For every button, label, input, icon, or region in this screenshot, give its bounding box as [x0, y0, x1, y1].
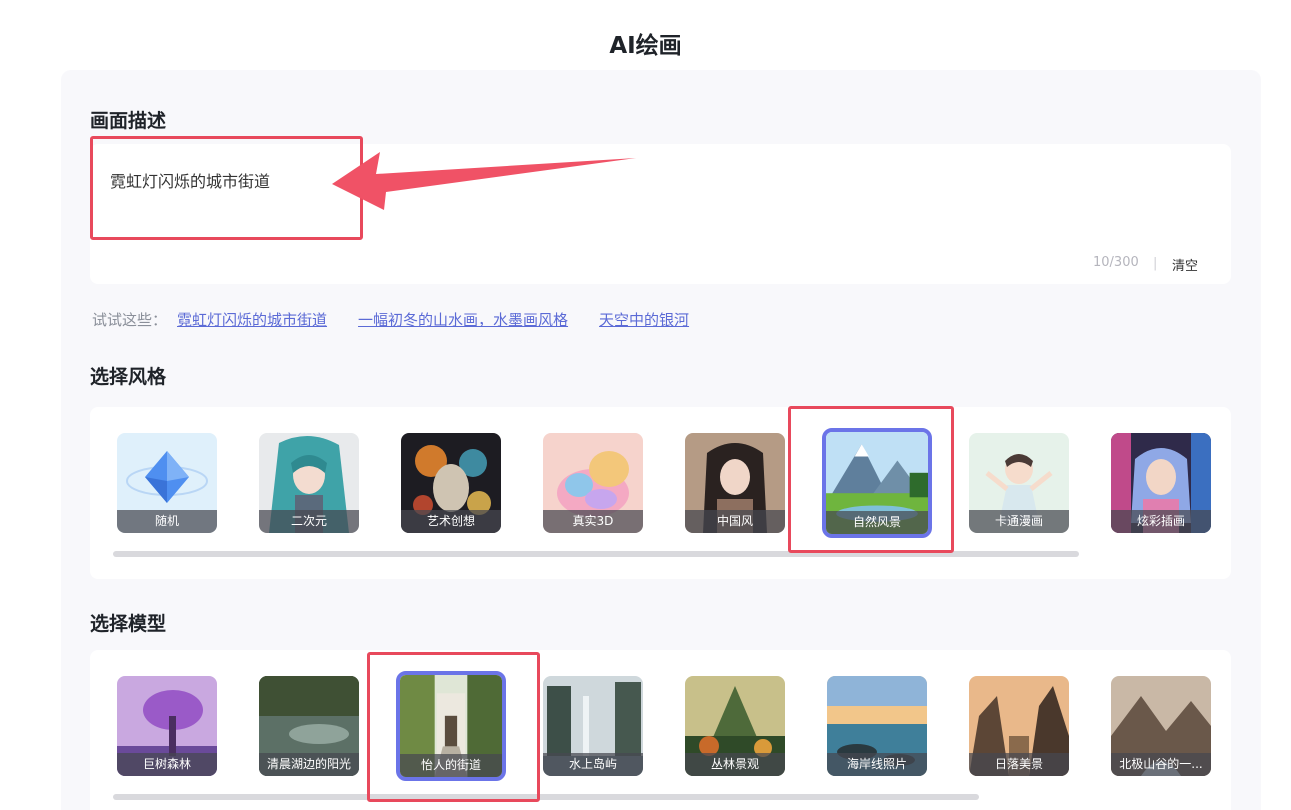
- style-section-title: 选择风格: [90, 366, 167, 388]
- ai-drawing-page: AI绘画 画面描述 霓虹灯闪烁的城市街道 10/300 | 清空 试试这些： 霓…: [0, 0, 1291, 810]
- style-card-label: 炫彩插画: [1111, 510, 1211, 533]
- model-card-jungle-view[interactable]: 丛林景观: [685, 676, 785, 776]
- suggestion-link[interactable]: 霓虹灯闪烁的城市街道: [177, 309, 327, 330]
- char-counter: 10/300: [1093, 255, 1139, 270]
- counter-divider: |: [1153, 256, 1158, 271]
- style-card-label: 卡通漫画: [969, 510, 1069, 533]
- model-card-arctic-valley[interactable]: 北极山谷的一...: [1111, 676, 1211, 776]
- style-card-anime[interactable]: 二次元: [259, 433, 359, 533]
- model-card-morning-lake[interactable]: 清晨湖边的阳光: [259, 676, 359, 776]
- style-card-chinese[interactable]: 中国风: [685, 433, 785, 533]
- style-card-label: 随机: [117, 510, 217, 533]
- clear-button[interactable]: 清空: [1172, 255, 1198, 274]
- model-card-label: 怡人的街道: [400, 754, 502, 777]
- style-card-label: 二次元: [259, 510, 359, 533]
- style-card-colorful[interactable]: 炫彩插画: [1111, 433, 1211, 533]
- suggestions-label: 试试这些：: [92, 310, 168, 329]
- suggestions-row: 试试这些： 霓虹灯闪烁的城市街道 一幅初冬的山水画，水墨画风格 天空中的银河: [92, 308, 720, 330]
- style-card-3d[interactable]: 真实3D: [543, 433, 643, 533]
- style-card-random[interactable]: 随机: [117, 433, 217, 533]
- style-scrollbar[interactable]: [113, 551, 1079, 557]
- model-card-label: 海岸线照片: [827, 753, 927, 776]
- prompt-textarea[interactable]: 霓虹灯闪烁的城市街道 10/300 | 清空: [90, 144, 1231, 284]
- model-card-label: 北极山谷的一...: [1111, 753, 1211, 776]
- annotation-arrow-icon: [332, 152, 636, 210]
- style-card-label: 艺术创想: [401, 510, 501, 533]
- style-card-label: 自然风景: [826, 511, 928, 534]
- model-card-water-island[interactable]: 水上岛屿: [543, 676, 643, 776]
- model-card-giant-tree-forest[interactable]: 巨树森林: [117, 676, 217, 776]
- model-card-list: 巨树森林 清晨湖边的阳光 怡人的街道 水上岛屿 丛林景观 海岸线照片 日落美景 …: [90, 650, 1231, 810]
- style-card-label: 中国风: [685, 510, 785, 533]
- model-card-label: 水上岛屿: [543, 753, 643, 776]
- prompt-section-title: 画面描述: [90, 110, 167, 132]
- suggestion-link[interactable]: 天空中的银河: [599, 309, 689, 330]
- model-card-pleasant-street[interactable]: 怡人的街道: [396, 671, 506, 781]
- style-card-cartoon[interactable]: 卡通漫画: [969, 433, 1069, 533]
- style-card-label: 真实3D: [543, 510, 643, 533]
- style-card-landscape[interactable]: 自然风景: [822, 428, 932, 538]
- model-card-label: 日落美景: [969, 753, 1069, 776]
- model-card-coastline[interactable]: 海岸线照片: [827, 676, 927, 776]
- suggestion-link[interactable]: 一幅初冬的山水画，水墨画风格: [358, 309, 568, 330]
- model-card-label: 丛林景观: [685, 753, 785, 776]
- prompt-text[interactable]: 霓虹灯闪烁的城市街道: [110, 168, 270, 192]
- model-card-sunset-view[interactable]: 日落美景: [969, 676, 1069, 776]
- style-card-art[interactable]: 艺术创想: [401, 433, 501, 533]
- page-title: AI绘画: [609, 33, 682, 59]
- model-card-label: 巨树森林: [117, 753, 217, 776]
- model-card-label: 清晨湖边的阳光: [259, 753, 359, 776]
- model-scrollbar[interactable]: [113, 794, 979, 800]
- style-card-list: 随机 二次元 艺术创想 真实3D 中国风 自然风景 卡通漫画 炫彩插画: [90, 407, 1231, 579]
- model-section-title: 选择模型: [90, 613, 167, 635]
